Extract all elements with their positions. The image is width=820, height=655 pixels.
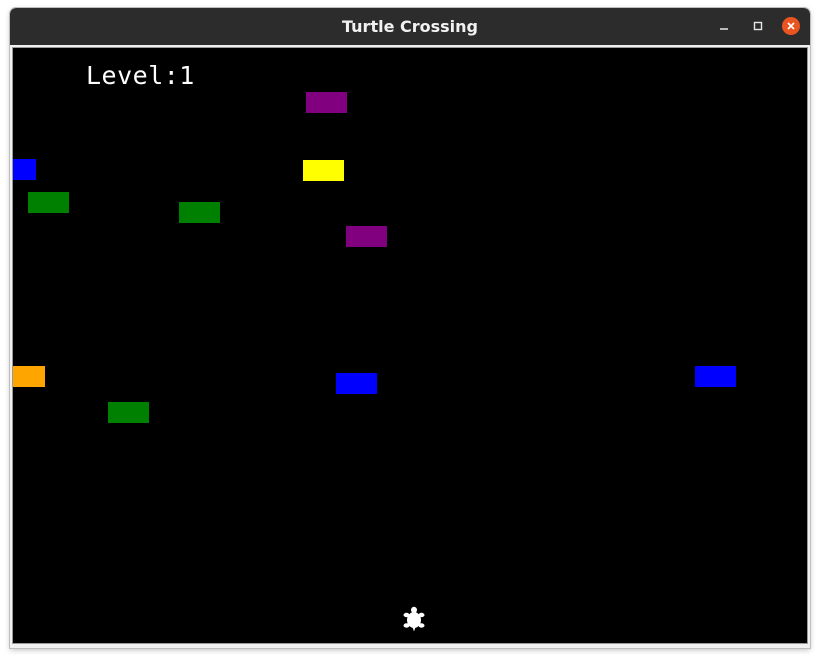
car (108, 402, 149, 423)
game-canvas[interactable]: Level:1 (12, 47, 808, 644)
close-icon (787, 22, 795, 30)
app-window: Turtle Crossing Level:1 (10, 8, 810, 648)
car (13, 159, 36, 180)
level-label: Level:1 (86, 61, 195, 90)
title-bar[interactable]: Turtle Crossing (10, 8, 810, 45)
car (695, 366, 736, 387)
car (28, 192, 69, 213)
close-button[interactable] (782, 17, 800, 35)
car (303, 160, 344, 181)
car (336, 373, 377, 394)
car (179, 202, 220, 223)
car (13, 366, 45, 387)
turtle-icon (403, 606, 425, 632)
car (306, 92, 347, 113)
car (346, 226, 387, 247)
window-title: Turtle Crossing (342, 17, 478, 36)
maximize-button[interactable] (749, 17, 767, 35)
maximize-icon (753, 21, 763, 31)
minimize-button[interactable] (715, 17, 733, 35)
minimize-icon (720, 28, 728, 30)
